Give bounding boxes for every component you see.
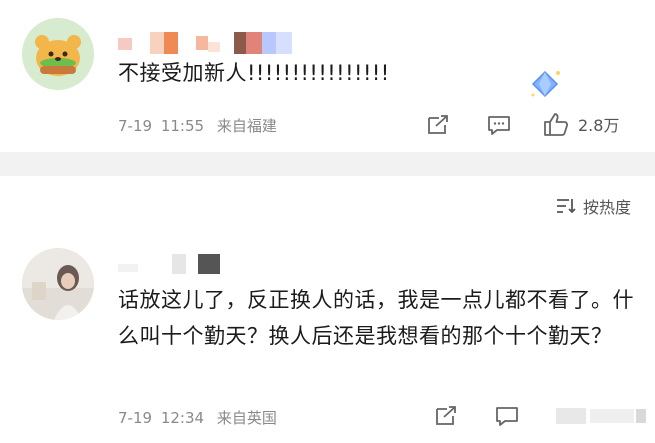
comment-date: 7-19: [118, 409, 153, 427]
comment-time: 12:34: [160, 409, 205, 427]
like-icon: [544, 113, 569, 136]
comment-meta: 7-19 12:34 来自英国: [118, 407, 277, 428]
comment-meta: 7-19 11:55 来自福建: [118, 115, 277, 136]
sort-label: 按热度: [582, 198, 631, 217]
watermark-redacted: [556, 404, 648, 428]
reply-button[interactable]: [486, 114, 512, 136]
share-icon: [428, 115, 448, 134]
avatar[interactable]: [22, 18, 94, 90]
comment-time: 11:55: [160, 117, 205, 135]
reply-button[interactable]: [494, 405, 520, 427]
sort-bar: 按热度: [0, 176, 655, 232]
avatar[interactable]: [22, 248, 94, 320]
share-icon: [436, 406, 456, 425]
section-divider: [0, 152, 655, 176]
comment-location: 来自英国: [216, 409, 277, 427]
comment-date: 7-19: [118, 117, 153, 135]
username-redacted[interactable]: [118, 32, 292, 54]
sort-icon: [556, 199, 576, 214]
like-button[interactable]: 2.8万: [542, 111, 619, 137]
comment-location: 来自福建: [216, 117, 277, 135]
share-button[interactable]: [426, 114, 450, 136]
comment-icon: [488, 116, 510, 135]
comment-icon: [496, 407, 518, 426]
share-button[interactable]: [434, 405, 458, 427]
diamond-icon: [527, 66, 563, 102]
comment-item: 不接受加新人!!!!!!!!!!!!!!!! 7-19 11:55 来自福建 2…: [0, 0, 655, 152]
sort-by-heat-button[interactable]: 按热度: [555, 194, 631, 218]
comment-text: 话放这儿了，反正换人的话，我是一点儿都不看了。什么叫十个勤天？换人后还是我想看的…: [118, 288, 634, 348]
comment-text: 不接受加新人!!!!!!!!!!!!!!!!: [118, 61, 390, 85]
like-count: 2.8万: [578, 116, 620, 135]
username-redacted[interactable]: [118, 254, 220, 274]
comment-item: 话放这儿了，反正换人的话，我是一点儿都不看了。什么叫十个勤天？换人后还是我想看的…: [0, 232, 655, 443]
